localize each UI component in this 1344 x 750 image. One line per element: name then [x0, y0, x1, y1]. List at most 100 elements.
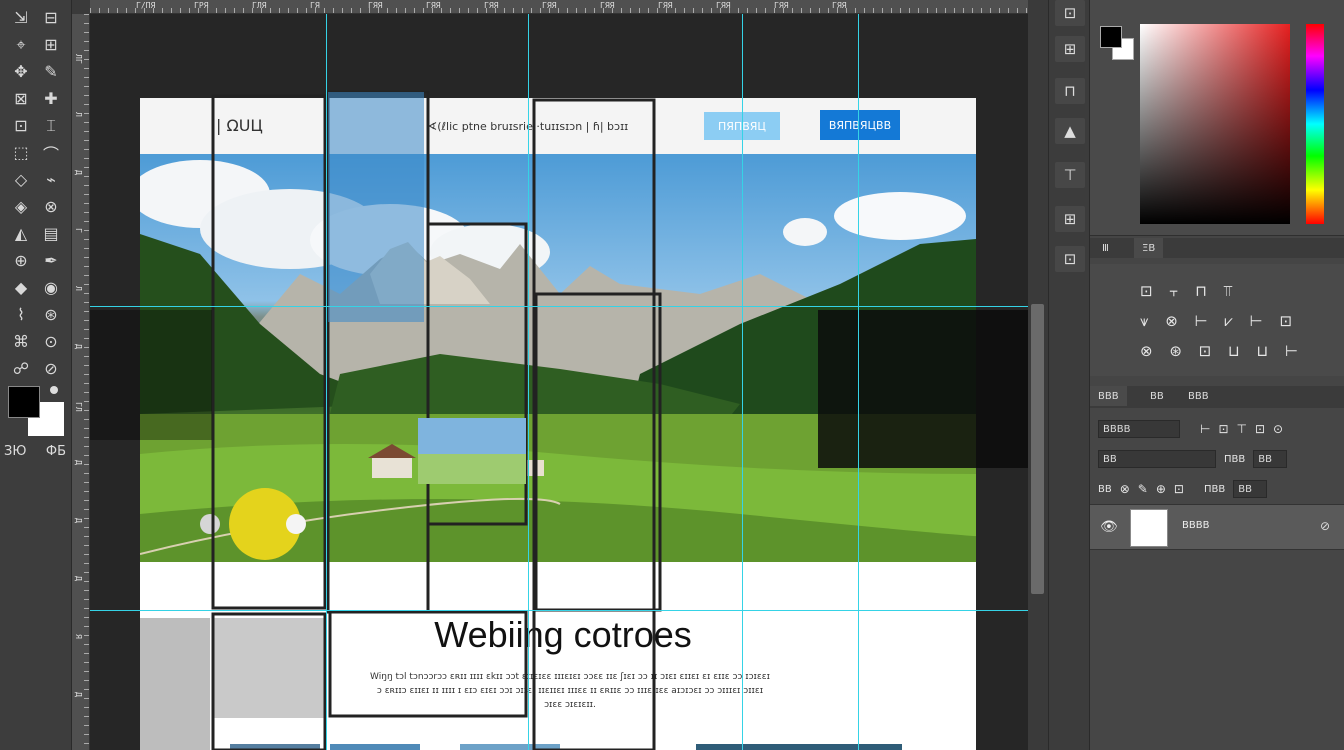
color-picker-field[interactable] — [1140, 24, 1290, 224]
canvas-scrollbar[interactable] — [1028, 14, 1048, 750]
tool-icon-24[interactable]: ⊛ — [36, 301, 66, 328]
tool-icon-15[interactable]: ◈ — [6, 193, 36, 220]
tab-paths[interactable]: ΒΒΒ — [1180, 386, 1217, 406]
color-panel — [1090, 0, 1344, 236]
ruler-h-label: ГЯЯ — [774, 1, 789, 10]
guide-vertical-3[interactable] — [742, 14, 743, 750]
collapsed-panel-strip: ⊡ ⊞ ⊓ ▲ ⊤ ⊞ ⊡ — [1048, 0, 1090, 750]
tool-icon-16[interactable]: ⊗ — [36, 193, 66, 220]
ruler-h-label: ГЯЯ — [658, 1, 673, 10]
layer-name[interactable]: ΒΒΒΒ — [1182, 520, 1209, 531]
adjustments-tab-row: Ⅲ ΞΒ — [1090, 238, 1344, 258]
tool-icon-4[interactable]: ⊞ — [36, 31, 66, 58]
quick-mask-right-button[interactable]: ФБ — [46, 444, 66, 459]
fill-input[interactable]: ΒΒ — [1233, 480, 1268, 498]
layers-panel: ΒΒΒΒ ⊢⊡⊤⊡⊙ ΒΒ ΠΒΒ ΒΒ ΒΒ ⊗✎⊕⊡ ΠΒΒ ΒΒ 👁 ΒΒ… — [1090, 408, 1344, 750]
ruler-v-label: Д — [74, 518, 83, 523]
panel-strip-button-7[interactable]: ⊡ — [1055, 246, 1085, 272]
tool-icon-23[interactable]: ⌇ — [6, 301, 36, 328]
blend-mode-select[interactable]: ΒΒ — [1098, 450, 1216, 468]
hue-slider[interactable] — [1306, 24, 1324, 224]
panel-strip-button-3[interactable]: ⊓ — [1055, 78, 1085, 104]
color-panel-foreground-swatch[interactable] — [1100, 26, 1122, 48]
guide-vertical-1[interactable] — [326, 14, 327, 750]
tab-channels[interactable]: ΒΒ — [1142, 386, 1172, 406]
tool-icon-17[interactable]: ◭ — [6, 220, 36, 247]
panel-strip-button-4[interactable]: ▲ — [1055, 118, 1085, 144]
ruler-h-label: ГРЯ — [194, 1, 209, 10]
tool-icon-25[interactable]: ⌘ — [6, 328, 36, 355]
ruler-h-label: ГЯ — [310, 1, 320, 10]
tool-icon-22[interactable]: ◉ — [36, 274, 66, 301]
guide-horizontal-1[interactable] — [90, 306, 1028, 307]
canvas-area[interactable]: | ΩUЦ ∢(ℓlic ptne bruɪsrie ·tuɪɪsɪɔn | ɦ… — [90, 14, 1028, 750]
vertical-ruler[interactable]: ЛГ Л Д Г Л Д ГЛ Д Д Д Я Д — [72, 14, 90, 750]
quick-mask-left-button[interactable]: ЗЮ — [4, 444, 26, 459]
layer-row[interactable]: 👁 ΒΒΒΒ ⊘ — [1090, 504, 1344, 550]
lock-row: ΒΒ ⊗✎⊕⊡ ΠΒΒ ΒΒ — [1098, 478, 1338, 500]
color-swatches[interactable] — [6, 384, 64, 436]
tool-icon-2[interactable]: ⊟ — [36, 4, 66, 31]
eye-icon[interactable]: 👁 — [1100, 519, 1118, 535]
layer-filter-icons[interactable]: ⊢⊡⊤⊡⊙ — [1200, 422, 1291, 436]
ruler-v-label: Л — [74, 112, 83, 117]
panel-strip-button-5[interactable]: ⊤ — [1055, 162, 1085, 188]
tool-icon-20[interactable]: ✒ — [36, 247, 66, 274]
foreground-color-swatch[interactable] — [8, 386, 40, 418]
tool-icon-14[interactable]: ⌁ — [36, 166, 66, 193]
ruler-v-label: ЛГ — [74, 54, 83, 64]
ruler-h-label: ГЯЯ — [542, 1, 557, 10]
tool-icon-27[interactable]: ☍ — [6, 355, 36, 382]
guide-vertical-2[interactable] — [528, 14, 529, 750]
tool-icon-26[interactable]: ⊙ — [36, 328, 66, 355]
ruler-v-label: Д — [74, 460, 83, 465]
tool-icon-19[interactable]: ⊕ — [6, 247, 36, 274]
tool-icon-11[interactable]: ⬚ — [6, 139, 36, 166]
quick-mask-row: ЗЮ ФБ — [4, 444, 66, 459]
tab-layers[interactable]: ΒΒΒ — [1090, 386, 1127, 406]
panel-strip-button-6[interactable]: ⊞ — [1055, 206, 1085, 232]
panel-strip-button-2[interactable]: ⊞ — [1055, 36, 1085, 62]
horizontal-ruler[interactable]: Г/ПЯ ГРЯ ГЛЯ ГЯ ГЯЯ ГЯЯ ГЯЯ ГЯЯ ГЯЯ ГЯЯ ГЯЯ ГЯЯ ГЯЯ — [90, 0, 1028, 14]
adjustments-tab-1[interactable]: Ⅲ — [1094, 238, 1117, 258]
tool-icon-6[interactable]: ✎ — [36, 58, 66, 85]
adjustment-row-2[interactable]: ⩛ ⊗ ⊢ ⩗ ⊢ ⊡ — [1140, 312, 1298, 330]
right-panels: Ⅲ ΞΒ ⊡ ⫟ ⊓ ⫪ ⩛ ⊗ ⊢ ⩗ ⊢ ⊡ ⊗ ⊛ ⊡ ⊔ ⊔ ⊢ ΒΒΒ… — [1090, 0, 1344, 750]
tool-grid: ⇲ ⊟ ⌖ ⊞ ✥ ✎ ⊠ ✚ ⊡ ⌶ ⬚ ⌒ ◇ ⌁ ◈ ⊗ ◭ ▤ ⊕ ✒ ◆ ◉ ⌇ ⊛ ⌘ ⊙ ☍ ⊘ — [6, 4, 66, 382]
ruler-v-label: Л — [74, 286, 83, 291]
ruler-v-label: Д — [74, 344, 83, 349]
adjustments-tab-2[interactable]: ΞΒ — [1134, 238, 1164, 258]
ruler-v-label: Д — [74, 576, 83, 581]
lock-label: ΒΒ — [1098, 483, 1112, 495]
blend-row: ΒΒ ΠΒΒ ΒΒ — [1098, 448, 1338, 470]
tool-icon-13[interactable]: ◇ — [6, 166, 36, 193]
panel-strip-button-1[interactable]: ⊡ — [1055, 0, 1085, 26]
tool-icon-12[interactable]: ⌒ — [36, 139, 66, 166]
tool-icon-9[interactable]: ⊡ — [6, 112, 36, 139]
scrollbar-thumb[interactable] — [1031, 304, 1044, 594]
tool-icon-3[interactable]: ⌖ — [6, 31, 36, 58]
swap-colors-icon[interactable] — [50, 386, 58, 394]
adjustment-row-1[interactable]: ⊡ ⫟ ⊓ ⫪ — [1140, 282, 1238, 300]
adjustment-row-3[interactable]: ⊗ ⊛ ⊡ ⊔ ⊔ ⊢ — [1140, 342, 1304, 360]
tool-icon-10[interactable]: ⌶ — [36, 112, 66, 139]
tool-icon-7[interactable]: ⊠ — [6, 85, 36, 112]
tool-icon-1[interactable]: ⇲ — [6, 4, 36, 31]
tool-icon-5[interactable]: ✥ — [6, 58, 36, 85]
lock-icons[interactable]: ⊗✎⊕⊡ — [1120, 482, 1192, 496]
tool-icon-8[interactable]: ✚ — [36, 85, 66, 112]
ruler-h-label: ГЯЯ — [484, 1, 499, 10]
ruler-v-label: ГЛ — [74, 402, 83, 412]
opacity-input[interactable]: ΒΒ — [1253, 450, 1288, 468]
layer-filter-row: ΒΒΒΒ ⊢⊡⊤⊡⊙ — [1098, 418, 1338, 440]
layer-filter-kind[interactable]: ΒΒΒΒ — [1098, 420, 1180, 438]
tool-icon-28[interactable]: ⊘ — [36, 355, 66, 382]
tool-icon-21[interactable]: ◆ — [6, 274, 36, 301]
ruler-h-label: ГЯЯ — [600, 1, 615, 10]
ruler-h-label: ГЯЯ — [832, 1, 847, 10]
guide-vertical-4[interactable] — [858, 14, 859, 750]
guide-horizontal-2[interactable] — [90, 610, 1028, 611]
photoshop-window: ⇲ ⊟ ⌖ ⊞ ✥ ✎ ⊠ ✚ ⊡ ⌶ ⬚ ⌒ ◇ ⌁ ◈ ⊗ ◭ ▤ ⊕ ✒ ◆ ◉ ⌇ ⊛ ⌘ ⊙ ☍ ⊘ ЗЮ ФБ Г/ПЯ Г… — [0, 0, 1344, 750]
ruler-h-label: Г/ПЯ — [136, 1, 156, 10]
tool-icon-18[interactable]: ▤ — [36, 220, 66, 247]
